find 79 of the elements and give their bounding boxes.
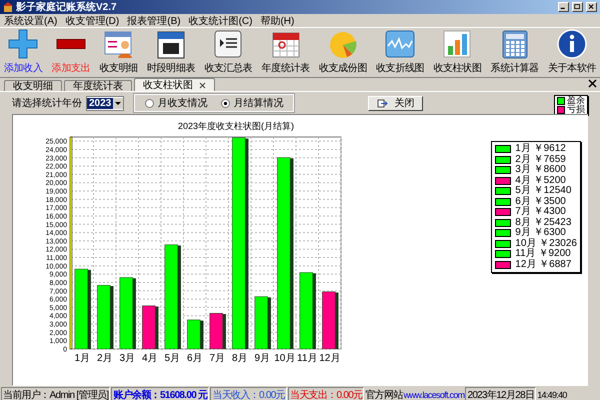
axis-label: 8月: [232, 353, 248, 364]
year-label: 请选择统计年份: [12, 96, 82, 110]
key-label: 盈余: [567, 96, 585, 105]
axis-label: 5月: [164, 353, 180, 364]
axis-label: 10月: [274, 353, 296, 364]
close-icon[interactable]: [199, 82, 206, 88]
year-select[interactable]: 2023: [86, 96, 124, 110]
menu-item[interactable]: 收支统计图(C): [188, 14, 252, 28]
tab[interactable]: 收支柱状图: [134, 78, 215, 91]
app-icon: [3, 2, 13, 12]
status-time: 14:49:40: [537, 390, 567, 400]
window-title: 影子家庭记账系统V2.7: [16, 0, 118, 14]
plus-icon: [7, 28, 40, 60]
bar: [210, 313, 223, 350]
radio-icon[interactable]: [145, 98, 154, 108]
toolbar-button[interactable]: 年度统计表: [262, 28, 310, 75]
axis-label: 9月: [254, 353, 270, 364]
toolbar-button[interactable]: 关于本软件: [548, 28, 596, 75]
key-label: 亏损: [567, 105, 585, 114]
legend-label: 6月 ￥3500: [515, 196, 566, 206]
close-icon[interactable]: [588, 79, 597, 88]
account-balance: 账户余额：51608.00 元: [111, 386, 210, 400]
minimize-icon[interactable]: [558, 2, 569, 12]
website-link[interactable]: www.lacesoft.com: [404, 390, 464, 400]
tab[interactable]: 年度统计表: [64, 80, 132, 91]
bar: [97, 285, 110, 350]
minus-icon: [56, 39, 86, 49]
axis-label: 4月: [142, 353, 158, 364]
today-expense: 当天支出：0.00元: [288, 386, 364, 400]
bar: [142, 306, 156, 350]
menu-item[interactable]: 报表管理(B): [127, 14, 181, 28]
toolbar-button[interactable]: 收支折线图: [376, 28, 424, 75]
tab[interactable]: 收支明细: [4, 80, 62, 91]
today-income: 当天收入：0.00元: [210, 386, 287, 400]
bar: [254, 296, 268, 350]
legend-label: 9月 ￥6300: [515, 228, 566, 238]
toolbar-button[interactable]: 收支柱状图: [433, 28, 482, 75]
toolbar-button[interactable]: 添加收入: [4, 28, 42, 75]
axis-label: 12月: [319, 353, 340, 364]
line-chart-icon: [384, 28, 416, 60]
legend-label: 11月 ￥9200: [515, 249, 571, 259]
axis-label: 3月: [119, 353, 136, 364]
axis-label: 2月: [96, 353, 113, 364]
legend-label: 1月 ￥9612: [515, 144, 566, 154]
axis-label: 1月: [74, 353, 90, 364]
website-label: 官方网站: [365, 388, 403, 400]
radio-icon[interactable]: [221, 98, 230, 108]
bar: [187, 320, 200, 350]
axis-label: 11月: [297, 353, 318, 364]
bar: [322, 292, 336, 350]
legend-label: 8月 ￥25423: [515, 218, 572, 228]
exit-icon: [377, 98, 388, 108]
legend-label: 2月 ￥7659: [515, 154, 566, 164]
legend-label: 3月 ￥8600: [515, 165, 566, 175]
toolbar-button[interactable]: 收支明细: [99, 28, 138, 75]
radio-option[interactable]: 月结算情况: [221, 96, 284, 110]
menu-item[interactable]: 收支管理(D): [65, 14, 120, 28]
legend-label: 5月 ￥12540: [515, 186, 572, 196]
close-button[interactable]: 关闭: [368, 96, 424, 110]
current-user: 当前用户：Admin [管理员]: [1, 386, 110, 400]
radio-option[interactable]: 月收支情况: [145, 96, 208, 110]
bar-chart-icon: [441, 28, 474, 60]
legend-label: 4月 ￥5200: [515, 176, 566, 186]
toolbar-button[interactable]: 收支汇总表: [204, 28, 252, 75]
toolbar-button[interactable]: 收支成份图: [318, 28, 367, 75]
status-date: 2023年12月28日: [465, 386, 536, 400]
menu-item[interactable]: 系统设置(A): [4, 14, 58, 28]
legend-label: 12月 ￥6887: [515, 260, 572, 270]
caret-icon[interactable]: [113, 98, 124, 108]
legend-label: 7月 ￥4300: [515, 207, 566, 217]
legend-label: 10月 ￥23026: [515, 238, 577, 248]
toolbar-button[interactable]: 时段明细表: [147, 28, 196, 75]
chart-title: 2023年度收支柱状图(月结算): [178, 121, 294, 131]
list-icon: [212, 28, 244, 60]
axis-label: 6月: [186, 353, 203, 364]
axis-label: 7月: [209, 353, 226, 364]
menu-item[interactable]: 帮助(H): [260, 14, 294, 28]
toolbar-button[interactable]: 系统计算器: [490, 28, 539, 75]
maximize-icon[interactable]: [572, 2, 583, 12]
